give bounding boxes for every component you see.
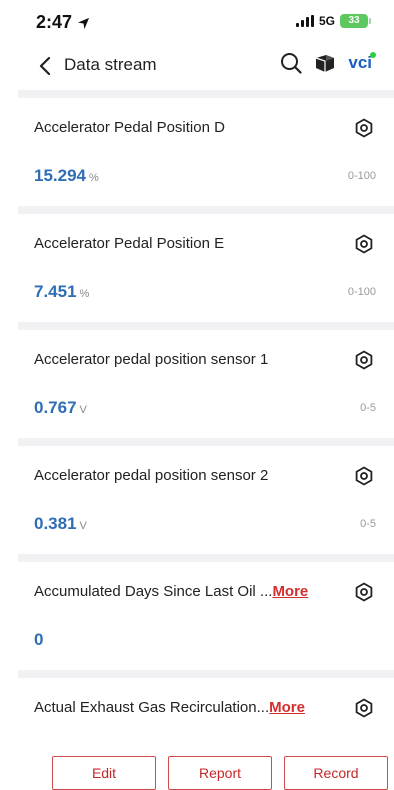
list-item: Accumulated Days Since Last Oil ...More … [18, 562, 394, 670]
edit-button[interactable]: Edit [52, 756, 156, 790]
report-button[interactable]: Report [168, 756, 272, 790]
more-link[interactable]: More [272, 583, 308, 600]
item-name: Actual Exhaust Gas Recirculation...More [34, 699, 305, 716]
item-name: Accelerator Pedal Position D [34, 119, 225, 136]
gear-icon[interactable] [354, 350, 374, 370]
item-value-number: 15.294 [34, 166, 86, 185]
item-unit: V [79, 520, 87, 532]
vci-label-text: vci [348, 53, 372, 72]
item-header: Accelerator Pedal Position D [18, 98, 394, 158]
item-name: Accelerator pedal position sensor 1 [34, 351, 269, 368]
gear-icon[interactable] [354, 698, 374, 718]
item-name: Accelerator pedal position sensor 2 [34, 467, 269, 484]
item-unit: % [79, 288, 90, 300]
item-value-number: 0.381 [34, 514, 77, 533]
divider [18, 322, 394, 330]
item-value-number: 0 [34, 630, 44, 649]
item-range: 0-5 [360, 518, 376, 530]
back-button[interactable] [32, 53, 58, 79]
search-icon [281, 53, 302, 74]
divider [18, 90, 394, 98]
item-value: 0 [34, 630, 43, 650]
status-time: 2:47 [36, 12, 90, 33]
status-indicators: 5G 33 [295, 14, 371, 28]
item-value-row: 0.767 V 0-5 [18, 390, 394, 438]
nav-bar: Data stream vci [0, 44, 394, 90]
item-header: Accelerator pedal position sensor 2 [18, 446, 394, 506]
item-range: 0-100 [347, 286, 376, 298]
divider [18, 670, 394, 678]
item-name-text: Accumulated Days Since Last Oil ... [34, 583, 273, 600]
page-title: Data stream [64, 55, 157, 74]
list-item: Accelerator Pedal Position D 15.294% 0-1… [18, 98, 394, 206]
car-box-icon [316, 55, 335, 72]
item-name: Accelerator Pedal Position E [34, 235, 225, 252]
gear-icon[interactable] [354, 466, 374, 486]
status-bar: 2:47 5G 33 [0, 0, 394, 44]
list-item: Accelerator pedal position sensor 1 0.76… [18, 330, 394, 438]
list-item: Accelerator pedal position sensor 2 0.38… [18, 446, 394, 554]
network-label: 5G [318, 14, 335, 28]
item-unit: % [89, 172, 99, 184]
divider [18, 554, 394, 562]
item-unit: V [79, 404, 87, 416]
divider [18, 438, 394, 446]
status-time-text: 2:47 [36, 12, 73, 32]
location-arrow-icon [77, 17, 90, 30]
item-value-row: 0.381 V 0-5 [18, 506, 394, 554]
action-bar: Edit Report Record [0, 752, 394, 790]
data-stream-list[interactable]: Accelerator Pedal Position D 15.294% 0-1… [18, 90, 394, 742]
list-item: Actual Exhaust Gas Recirculation...More [18, 678, 394, 738]
battery-icon: 33 [340, 14, 371, 28]
item-header: Actual Exhaust Gas Recirculation...More [18, 678, 394, 738]
nav-actions: vci [280, 52, 376, 74]
item-range: 0-100 [347, 170, 376, 182]
more-link[interactable]: More [269, 699, 305, 716]
chevron-left-icon [39, 57, 51, 75]
item-value: 7.451% [34, 282, 89, 302]
item-value-row: 7.451% 0-100 [18, 274, 394, 322]
item-header: Accelerator pedal position sensor 1 [18, 330, 394, 390]
signal-icon [295, 15, 314, 27]
item-value: 0.381 V [34, 514, 87, 534]
vci-indicator[interactable]: vci [348, 52, 376, 73]
item-value-number: 7.451 [34, 282, 77, 301]
car-button[interactable] [314, 53, 336, 73]
item-value-row: 0 [18, 622, 394, 670]
gear-icon[interactable] [354, 234, 374, 254]
item-name-text: Actual Exhaust Gas Recirculation... [34, 699, 270, 716]
list-item: Accelerator Pedal Position E 7.451% 0-10… [18, 214, 394, 322]
item-name: Accumulated Days Since Last Oil ...More [34, 583, 308, 600]
item-value: 15.294% [34, 166, 99, 186]
search-button[interactable] [280, 52, 302, 74]
item-value-number: 0.767 [34, 398, 77, 417]
gear-icon[interactable] [354, 582, 374, 602]
divider [18, 206, 394, 214]
item-header: Accumulated Days Since Last Oil ...More [18, 562, 394, 622]
item-header: Accelerator Pedal Position E [18, 214, 394, 274]
item-value: 0.767 V [34, 398, 87, 418]
item-value-row: 15.294% 0-100 [18, 158, 394, 206]
record-button[interactable]: Record [284, 756, 388, 790]
vci-status-dot [370, 52, 376, 58]
item-range: 0-5 [360, 402, 376, 414]
gear-icon[interactable] [354, 118, 374, 138]
